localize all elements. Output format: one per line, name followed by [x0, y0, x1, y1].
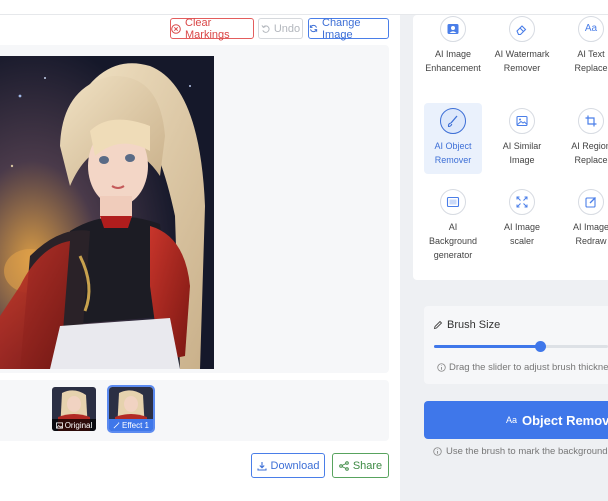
share-icon [339, 460, 349, 471]
tool-ai-image-enhancement[interactable]: AI Image Enhancement [424, 16, 482, 75]
text-aa-icon: Aa [506, 415, 518, 425]
clear-circle-icon [171, 23, 181, 34]
thumbnail-original-text: Original [64, 420, 93, 430]
refresh-icon [309, 24, 318, 33]
brush-size-hint: Drag the slider to adjust brush thicknes… [437, 362, 608, 373]
share-button[interactable]: Share [332, 453, 389, 478]
thumbnail-effect-1[interactable]: Effect 1 [107, 385, 155, 433]
undo-button[interactable]: Undo [258, 18, 303, 39]
brush-size-hint-text: Drag the slider to adjust brush thicknes… [449, 362, 608, 373]
text-aa-icon: Aa [578, 16, 604, 42]
tool-ai-image-scaler[interactable]: AI Image scaler [493, 189, 551, 248]
tool-label: AI Object Remover [434, 141, 472, 165]
change-image-label: Change Image [322, 16, 361, 41]
download-label: Download [270, 459, 320, 472]
image-icon [509, 108, 535, 134]
undo-icon [261, 25, 270, 33]
tool-ai-image-redraw[interactable]: AI Image Redraw [562, 189, 608, 248]
tool-ai-text-replace[interactable]: Aa AI Text Replace [562, 16, 608, 75]
tool-label: AI Similar Image [502, 141, 542, 165]
wand-icon [113, 421, 120, 428]
object-removal-button[interactable]: Aa Object Removal [424, 401, 608, 439]
thumbnail-effect-label: Effect 1 [109, 419, 153, 431]
footer-hint-text: Use the brush to mark the background a [446, 446, 608, 457]
footer-hint: Use the brush to mark the background a [433, 446, 608, 457]
pencil-icon [433, 320, 443, 330]
thumbnail-original-label: Original [52, 419, 96, 431]
brush-size-slider-fill [434, 345, 540, 348]
download-button[interactable]: Download [251, 453, 325, 478]
tool-label: AI Image Redraw [572, 222, 608, 246]
change-image-button[interactable]: Change Image [308, 16, 389, 41]
tool-ai-watermark-remover[interactable]: AI Watermark Remover [493, 16, 551, 75]
crop-icon [578, 108, 604, 134]
clear-markings-label: Clear Markings [185, 16, 230, 41]
thumbnail-original[interactable]: Original [52, 387, 96, 431]
tool-label: AI Text Replace [574, 49, 608, 73]
tool-ai-object-remover[interactable]: AI Object Remover [424, 103, 482, 174]
brush-size-heading: Brush Size [433, 319, 500, 331]
share-label: Share [352, 459, 383, 472]
person-image-icon [440, 16, 466, 42]
object-removal-label: Object Removal [522, 412, 608, 428]
brush-icon [440, 108, 466, 134]
brush-size-title: Brush Size [447, 319, 501, 331]
clear-markings-button[interactable]: Clear Markings [170, 16, 254, 41]
brush-size-slider-handle[interactable] [535, 341, 546, 352]
tool-ai-region-replace[interactable]: AI Region Replace [562, 108, 608, 167]
undo-label: Undo [273, 22, 301, 35]
brush-size-slider[interactable] [434, 345, 608, 348]
tool-ai-background-generator[interactable]: AI Background generator [424, 189, 482, 262]
info-icon [433, 447, 442, 456]
info-icon [437, 363, 446, 372]
image-icon [55, 421, 63, 429]
edited-image[interactable] [0, 56, 214, 369]
top-bar [0, 0, 608, 15]
eraser-icon [509, 16, 535, 42]
download-icon [256, 461, 267, 471]
expand-arrows-icon [509, 189, 535, 215]
background-image-icon [440, 189, 466, 215]
tool-label: AI Region Replace [571, 141, 608, 165]
tool-label: AI Image scaler [503, 222, 541, 246]
tool-label: AI Watermark Remover [494, 49, 550, 73]
tool-label: AI Image Enhancement [425, 49, 481, 73]
thumbnail-effect-text: Effect 1 [122, 420, 149, 430]
tool-ai-similar-image[interactable]: AI Similar Image [493, 108, 551, 167]
pencil-square-icon [578, 189, 604, 215]
tool-label: AI Background generator [428, 222, 478, 260]
